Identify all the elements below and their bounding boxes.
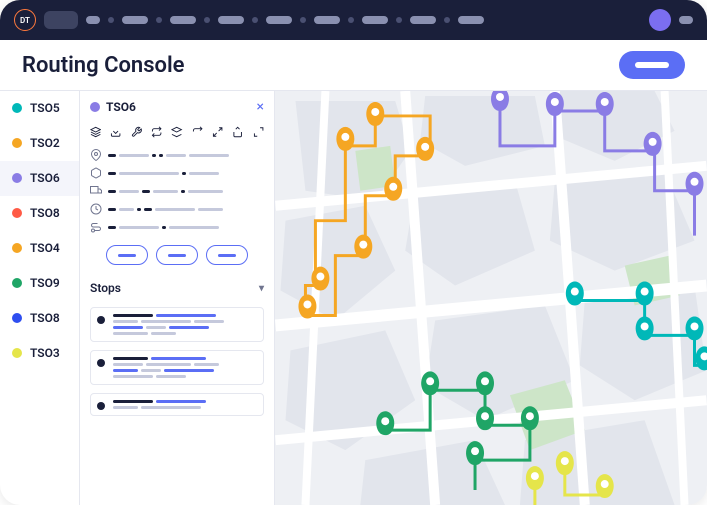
nav-item[interactable] — [362, 16, 388, 24]
action-button[interactable] — [156, 245, 198, 265]
route-id-label: TSO9 — [30, 276, 60, 290]
action-button[interactable] — [106, 245, 148, 265]
route-info — [90, 149, 264, 233]
sidebar-route-item[interactable]: TSO4 — [0, 231, 79, 266]
nav-separator — [396, 17, 402, 23]
sidebar-route-item[interactable]: TSO3 — [0, 336, 79, 371]
avatar[interactable] — [649, 9, 671, 31]
package-icon — [90, 167, 102, 179]
route-id-label: TSO8 — [30, 311, 60, 325]
repeat-icon[interactable] — [151, 125, 162, 139]
route-color-dot — [12, 208, 22, 218]
location-icon — [90, 149, 102, 161]
nav-separator — [156, 17, 162, 23]
sidebar-route-item[interactable]: TSO8 — [0, 301, 79, 336]
expand-icon[interactable] — [253, 125, 264, 139]
route-color-dot — [12, 243, 22, 253]
route-sidebar: TSO5 TSO2 TSO6 TSO8 TSO4 TSO9 TSO8 TSO3 — [0, 91, 80, 505]
toolbar — [90, 123, 264, 141]
map-view[interactable] — [275, 91, 707, 505]
route-color-dot — [12, 138, 22, 148]
action-buttons — [90, 241, 264, 269]
nav-separator — [204, 17, 210, 23]
nav-item[interactable] — [122, 16, 148, 24]
nav-separator — [108, 17, 114, 23]
expand-icon[interactable] — [212, 125, 223, 139]
route-detail-panel: TSO6 × — [80, 91, 275, 505]
route-color-dot — [12, 278, 22, 288]
panel-title: TSO6 — [90, 100, 136, 114]
nav-separator — [348, 17, 354, 23]
sidebar-route-item[interactable]: TSO5 — [0, 91, 79, 126]
sidebar-route-item[interactable]: TSO8 — [0, 196, 79, 231]
stop-card[interactable] — [90, 350, 264, 385]
route-icon — [90, 221, 102, 233]
topbar: DT — [0, 0, 707, 40]
stop-card[interactable] — [90, 307, 264, 342]
primary-action-button[interactable] — [619, 51, 685, 79]
route-id-label: TSO8 — [30, 206, 60, 220]
route-id-label: TSO2 — [30, 136, 60, 150]
stop-bullet-icon — [97, 402, 105, 410]
repeat-icon[interactable] — [192, 125, 203, 139]
route-id-label: TSO6 — [30, 171, 60, 185]
action-button[interactable] — [206, 245, 248, 265]
route-color-dot — [12, 173, 22, 183]
nav-item[interactable] — [266, 16, 292, 24]
nav-item[interactable] — [86, 16, 100, 24]
chevron-down-icon: ▾ — [259, 283, 264, 294]
nav-item[interactable] — [314, 16, 340, 24]
clock-icon — [90, 203, 102, 215]
stop-card[interactable] — [90, 393, 264, 416]
map-canvas — [275, 91, 707, 505]
stops-section-header[interactable]: Stops ▾ — [90, 277, 264, 299]
nav-item[interactable] — [410, 16, 436, 24]
sidebar-route-item[interactable]: TSO6 — [0, 161, 79, 196]
nav-separator — [444, 17, 450, 23]
section-title: Stops — [90, 281, 121, 295]
route-color-dot — [12, 313, 22, 323]
route-id-label: TSO3 — [30, 346, 60, 360]
user-menu[interactable] — [679, 16, 693, 24]
stop-bullet-icon — [97, 359, 105, 367]
sidebar-route-item[interactable]: TSO2 — [0, 126, 79, 161]
nav-tab[interactable] — [44, 11, 78, 29]
nav-separator — [300, 17, 306, 23]
page-title: Routing Console — [22, 53, 185, 78]
app-logo[interactable]: DT — [14, 9, 36, 31]
nav-item[interactable] — [458, 16, 484, 24]
route-color-dot — [12, 103, 22, 113]
page-header: Routing Console — [0, 40, 707, 90]
route-id-label: TSO5 — [30, 101, 60, 115]
route-color-dot — [12, 348, 22, 358]
stop-bullet-icon — [97, 316, 105, 324]
nav-item[interactable] — [218, 16, 244, 24]
share-icon[interactable] — [232, 125, 243, 139]
nav-separator — [252, 17, 258, 23]
nav-item[interactable] — [170, 16, 196, 24]
truck-icon — [90, 185, 102, 197]
settings-icon[interactable] — [131, 125, 142, 139]
route-id-label: TSO4 — [30, 241, 60, 255]
layers-icon[interactable] — [90, 125, 101, 139]
panel-title-text: TSO6 — [106, 100, 136, 114]
close-icon[interactable]: × — [257, 99, 264, 115]
layers-icon[interactable] — [171, 125, 182, 139]
sidebar-route-item[interactable]: TSO9 — [0, 266, 79, 301]
export-icon[interactable] — [110, 125, 121, 139]
